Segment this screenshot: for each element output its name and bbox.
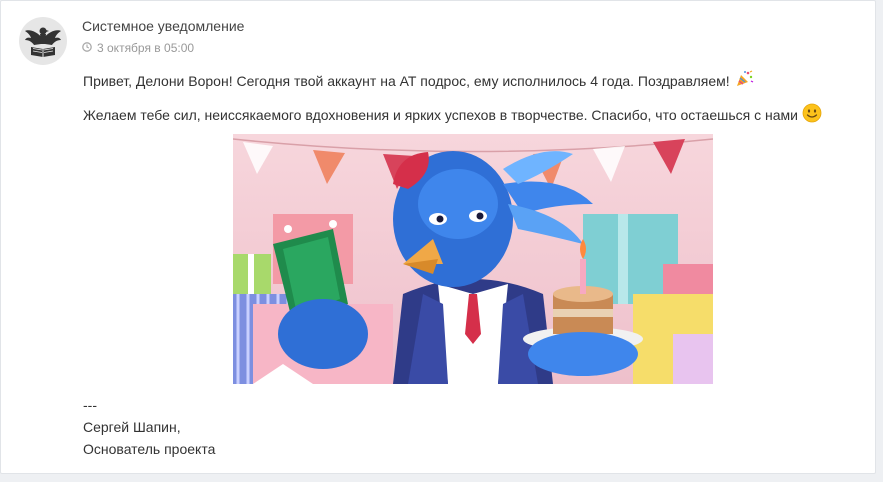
signature-role: Основатель проекта: [83, 441, 216, 457]
clock-icon: [82, 41, 92, 55]
sender-name[interactable]: Системное уведомление: [82, 18, 244, 34]
signature-dashes: ---: [83, 397, 97, 413]
message-date: 3 октября в 05:00: [82, 41, 194, 55]
smiley-icon: [802, 103, 822, 126]
eagle-book-logo-icon[interactable]: [19, 17, 67, 65]
party-popper-icon: [734, 70, 754, 91]
notification-card: Системное уведомление 3 октября в 05:00 …: [0, 0, 876, 474]
birthday-illustration: [233, 134, 713, 384]
message-line-1: Привет, Делони Ворон! Сегодня твой аккау…: [83, 70, 754, 91]
message-text-1: Привет, Делони Ворон! Сегодня твой аккау…: [83, 72, 730, 89]
signature-name: Сергей Шапин,: [83, 419, 181, 435]
message-text-2: Желаем тебе сил, неиссякаемого вдохновен…: [83, 106, 798, 123]
message-line-2: Желаем тебе сил, неиссякаемого вдохновен…: [83, 103, 822, 126]
date-text: 3 октября в 05:00: [97, 41, 195, 55]
